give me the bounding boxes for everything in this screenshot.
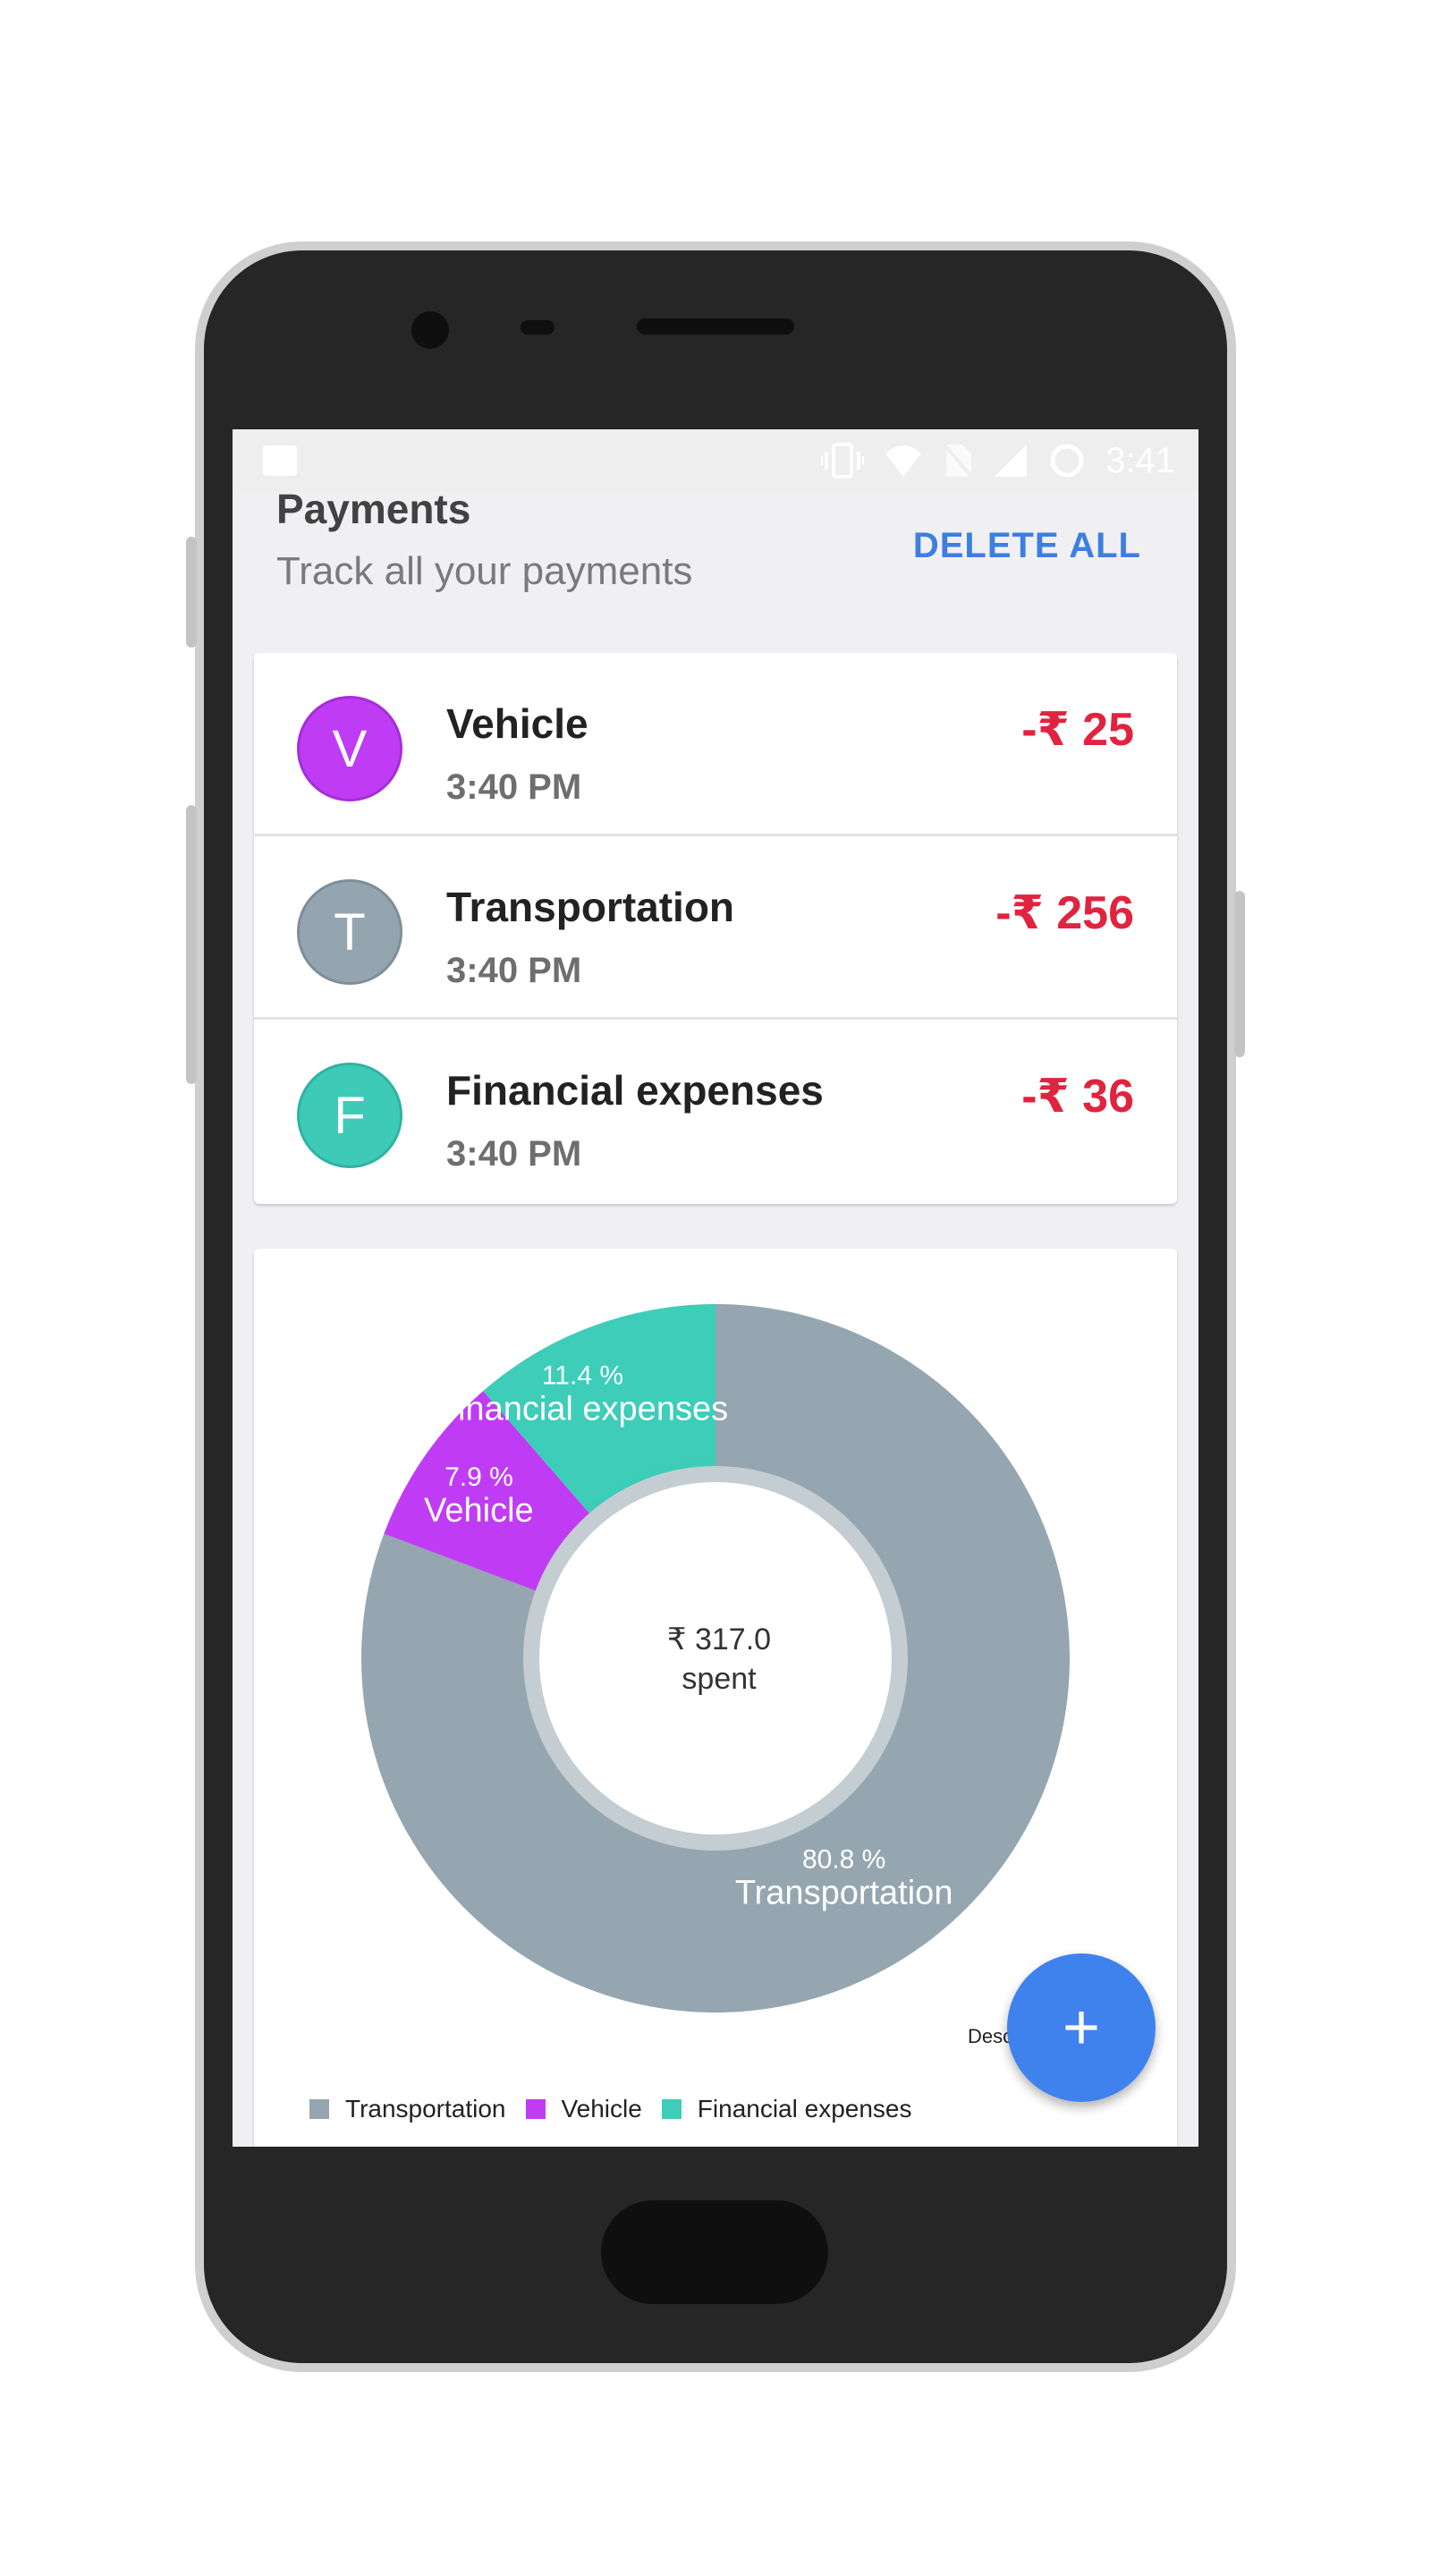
- legend-item-vehicle: Vehicle: [525, 2095, 642, 2123]
- payment-amount: -₹ 256: [995, 887, 1134, 939]
- slice-name-label: Vehicle: [424, 1492, 534, 1530]
- status-bar: 3:41: [233, 429, 1198, 492]
- payment-list: V Vehicle 3:40 PM -₹ 25 T Transportation…: [254, 653, 1177, 1204]
- legend-label: Financial expenses: [697, 2095, 912, 2123]
- legend-item-transportation: Transportation: [309, 2095, 506, 2123]
- payment-amount: -₹ 25: [1021, 704, 1134, 756]
- avatar: V: [297, 696, 402, 801]
- payment-time: 3:40 PM: [446, 767, 582, 807]
- plus-icon: +: [1062, 1992, 1101, 2063]
- payment-time: 3:40 PM: [446, 951, 582, 990]
- app-screen: 3:41 Payments Track all your payments DE…: [233, 429, 1198, 2147]
- home-button[interactable]: [601, 2200, 828, 2304]
- status-icons: 3:41: [821, 438, 1175, 483]
- slice-name-label: Transportation: [735, 1875, 953, 1912]
- signal-icon: [995, 445, 1028, 477]
- payment-name: Transportation: [446, 884, 735, 930]
- volume-rocker: [186, 805, 197, 1084]
- delete-all-button[interactable]: DELETE ALL: [913, 526, 1141, 566]
- chart-legend: Transportation Vehicle Financial expense…: [309, 2095, 932, 2123]
- image-notification-icon: [263, 445, 297, 476]
- no-sim-icon: [943, 443, 974, 479]
- front-camera: [411, 311, 449, 349]
- wifi-icon: [885, 445, 922, 477]
- legend-swatch: [525, 2099, 546, 2119]
- payment-name: Vehicle: [446, 700, 588, 747]
- slice-percent-label: 7.9 %: [445, 1462, 513, 1492]
- payment-amount: -₹ 36: [1021, 1071, 1134, 1123]
- legend-label: Transportation: [345, 2095, 506, 2123]
- volume-button: [186, 537, 197, 648]
- legend-item-financial-expenses: Financial expenses: [661, 2095, 912, 2123]
- add-payment-button[interactable]: +: [1007, 1953, 1156, 2102]
- legend-label: Vehicle: [561, 2095, 642, 2123]
- chart-description: Desc: [968, 2025, 1013, 2047]
- total-spent-value: ₹ 317.0: [667, 1623, 771, 1657]
- payment-name: Financial expenses: [446, 1067, 824, 1114]
- slice-percent-label: 11.4 %: [542, 1361, 623, 1391]
- page-subtitle: Track all your payments: [276, 549, 693, 593]
- payment-row-vehicle[interactable]: V Vehicle 3:40 PM -₹ 25: [254, 653, 1177, 836]
- payment-row-financial-expenses[interactable]: F Financial expenses 3:40 PM -₹ 36: [254, 1020, 1177, 1204]
- page-title: Payments: [276, 486, 471, 532]
- total-spent-label: spent: [682, 1662, 757, 1696]
- sync-circle-icon: [1050, 444, 1084, 478]
- payment-row-transportation[interactable]: T Transportation 3:40 PM -₹ 256: [254, 836, 1177, 1020]
- avatar: F: [297, 1063, 402, 1168]
- clock: 3:41: [1105, 440, 1175, 480]
- slice-name-label: Financial expenses: [437, 1391, 728, 1428]
- legend-swatch: [309, 2099, 329, 2119]
- proximity-sensor: [521, 320, 555, 335]
- vibrate-icon: [821, 443, 865, 479]
- power-button: [1234, 891, 1245, 1057]
- slice-percent-label: 80.8 %: [802, 1845, 885, 1875]
- donut-chart[interactable]: 80.8 %Transportation 7.9 %Vehicle 11.4 %Fi…: [254, 1249, 1177, 2054]
- earpiece-speaker: [637, 318, 794, 335]
- legend-swatch: [661, 2099, 682, 2119]
- avatar: T: [297, 879, 402, 985]
- payment-time: 3:40 PM: [446, 1134, 582, 1174]
